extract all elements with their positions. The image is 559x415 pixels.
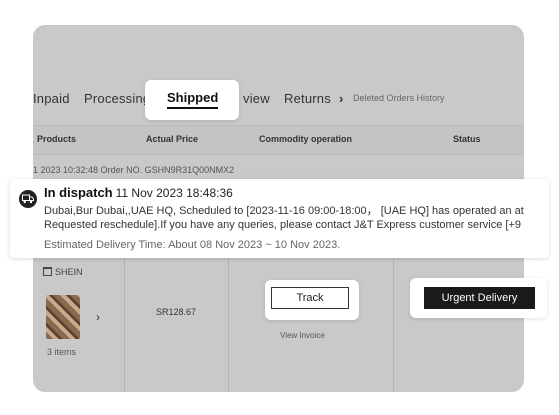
items-count: 3 items <box>47 347 77 357</box>
tab-processing[interactable]: Processing <box>84 91 150 106</box>
dispatch-datetime: 11 Nov 2023 18:48:36 <box>115 186 233 200</box>
dispatch-status: In dispatch <box>44 185 113 200</box>
deleted-orders-history-link[interactable]: Deleted Orders History <box>353 93 445 103</box>
column-divider <box>393 255 394 392</box>
tab-review[interactable]: view <box>243 91 270 106</box>
truck-icon <box>19 190 37 208</box>
estimated-delivery: Estimated Delivery Time: About 08 Nov 20… <box>44 239 341 251</box>
store-label: SHEIN <box>43 267 83 277</box>
tab-unpaid[interactable]: Inpaid <box>33 91 70 106</box>
column-divider <box>228 255 229 392</box>
urgent-delivery-highlight: Urgent Delivery <box>410 278 547 318</box>
dispatch-details: Dubai,Bur Dubai,,UAE HQ, Scheduled to [2… <box>44 204 524 232</box>
order-status-tabs: Inpaid Processing view Returns › Deleted… <box>33 83 524 113</box>
header-commodity-operation: Commodity operation <box>259 134 353 144</box>
header-actual-price: Actual Price <box>146 134 199 144</box>
header-status: Status <box>453 134 481 144</box>
order-price: SR128.67 <box>156 307 197 317</box>
track-highlight: Track <box>265 280 359 320</box>
urgent-delivery-button[interactable]: Urgent Delivery <box>424 287 535 309</box>
track-button[interactable]: Track <box>271 287 349 309</box>
order-number-line: 1 2023 10:32:48 Order NO. GSHN9R31Q00NMX… <box>33 165 235 175</box>
chevron-right-icon[interactable]: › <box>96 310 100 324</box>
product-thumbnail[interactable] <box>46 295 80 339</box>
chevron-right-icon: › <box>339 91 344 106</box>
dispatch-line-1: Dubai,Bur Dubai,,UAE HQ, Scheduled to [2… <box>44 205 524 217</box>
tab-shipped-highlight: Shipped <box>145 80 239 120</box>
view-invoice-link[interactable]: View Invoice <box>280 331 325 340</box>
header-products: Products <box>37 134 77 144</box>
dispatch-status-card: In dispatch 11 Nov 2023 18:48:36 Dubai,Bu… <box>10 179 549 258</box>
table-header: Products Actual Price Commodity operatio… <box>33 125 524 155</box>
store-icon <box>43 267 52 276</box>
dispatch-line-2: Requested reschedule].If you have any qu… <box>44 219 522 231</box>
tab-returns[interactable]: Returns <box>284 91 331 106</box>
order-row: SHEIN › 3 items SR128.67 View Invoice Or… <box>33 255 524 392</box>
dispatch-title: In dispatch 11 Nov 2023 18:48:36 <box>44 185 233 200</box>
store-name: SHEIN <box>55 267 83 277</box>
tab-shipped[interactable]: Shipped <box>167 90 219 109</box>
column-divider <box>124 255 125 392</box>
